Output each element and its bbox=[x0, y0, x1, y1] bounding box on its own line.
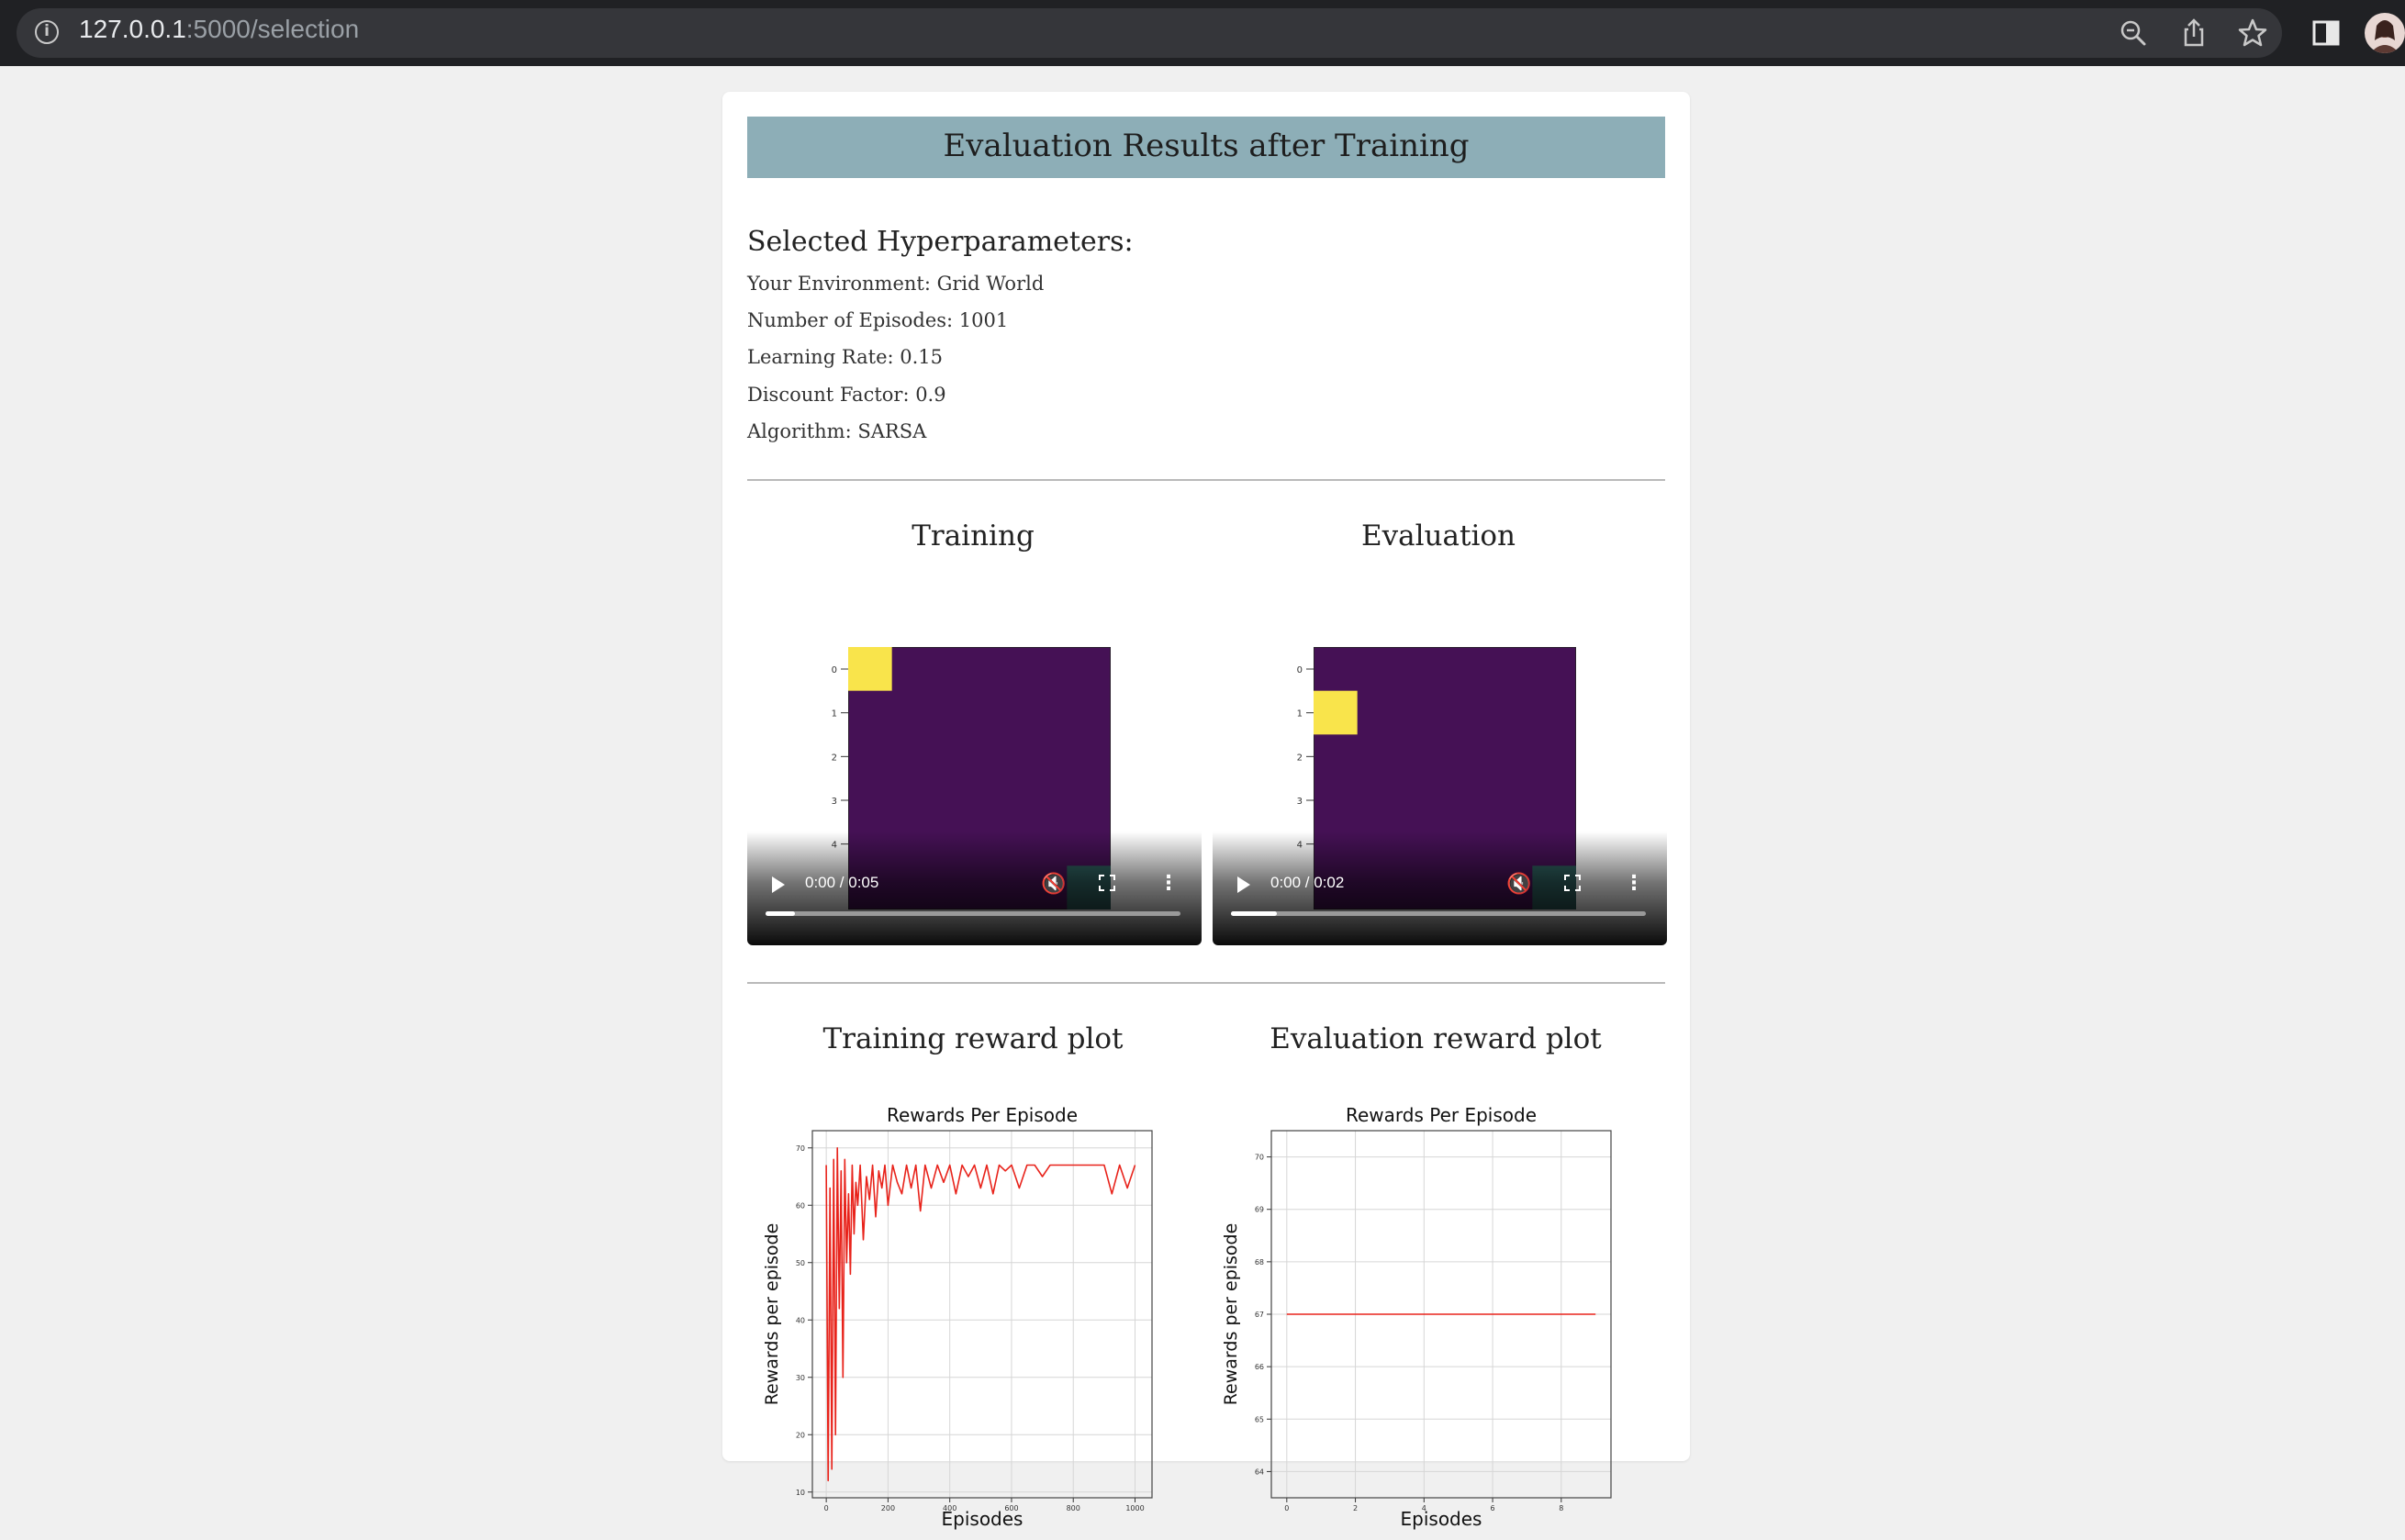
more-options-icon[interactable]: ⋮ bbox=[1624, 872, 1644, 895]
y-tick-label: 66 bbox=[1255, 1363, 1264, 1371]
zoom-icon[interactable] bbox=[2117, 17, 2150, 50]
param-environment: Your Environment: Grid World bbox=[747, 273, 1045, 295]
y-tick-label: 70 bbox=[1255, 1154, 1264, 1162]
video-time: 0:00 / 0:02 bbox=[1270, 874, 1345, 891]
y-tick-label: 69 bbox=[1255, 1206, 1264, 1214]
video-progress-bar[interactable] bbox=[766, 911, 1180, 916]
title-banner: Evaluation Results after Training bbox=[747, 117, 1665, 178]
training-plot-heading: Training reward plot bbox=[822, 1022, 1124, 1055]
x-tick-label: 800 bbox=[1067, 1504, 1080, 1512]
plot-title: Rewards Per Episode bbox=[887, 1104, 1078, 1126]
series-line bbox=[825, 1146, 1136, 1482]
x-axis-label: Episodes bbox=[942, 1508, 1024, 1530]
results-card: Evaluation Results after Training Select… bbox=[722, 92, 1690, 1530]
row-tick-label: 1 bbox=[1297, 709, 1303, 720]
training-reward-plot: Rewards Per Episode 0 200 400 600 800 1000 10 20… bbox=[759, 1099, 1181, 1540]
plot-title: Rewards Per Episode bbox=[1346, 1104, 1537, 1126]
param-algorithm: Algorithm: SARSA bbox=[747, 420, 927, 442]
y-tick-label: 50 bbox=[796, 1259, 805, 1267]
x-axis-label: Episodes bbox=[1401, 1508, 1482, 1530]
x-tick-label: 1000 bbox=[1125, 1504, 1144, 1512]
row-tick-label: 3 bbox=[1297, 797, 1303, 807]
video-progress-bar[interactable] bbox=[1231, 911, 1646, 916]
video-progress-fill bbox=[766, 911, 795, 916]
y-tick-label: 40 bbox=[796, 1316, 805, 1324]
site-info-icon[interactable]: i bbox=[35, 20, 59, 44]
x-tick-label: 6 bbox=[1491, 1504, 1495, 1512]
hyperparameters-heading: Selected Hyperparameters: bbox=[747, 226, 1134, 258]
evaluation-video-heading: Evaluation bbox=[1361, 519, 1516, 552]
video-progress-fill bbox=[1231, 911, 1277, 916]
x-tick-label: 200 bbox=[881, 1504, 895, 1512]
row-tick-label: 2 bbox=[832, 753, 837, 763]
y-tick-label: 68 bbox=[1255, 1258, 1264, 1267]
row-tick-label: 0 bbox=[832, 665, 837, 675]
y-tick-label: 65 bbox=[1255, 1415, 1264, 1423]
x-tick-label: 8 bbox=[1559, 1504, 1563, 1512]
fullscreen-icon[interactable] bbox=[1099, 875, 1115, 891]
y-tick-label: 64 bbox=[1255, 1467, 1264, 1476]
divider bbox=[747, 479, 1665, 481]
param-learning-rate: Learning Rate: 0.15 bbox=[747, 346, 944, 368]
param-episodes: Number of Episodes: 1001 bbox=[747, 309, 1009, 331]
evaluation-reward-plot: Rewards Per Episode 0 2 4 6 8 64 65 66 67 68 69 70 Ep… bbox=[1218, 1099, 1640, 1540]
agent-cell bbox=[848, 647, 892, 691]
row-tick-label: 0 bbox=[1297, 665, 1303, 675]
row-tick-label: 1 bbox=[832, 709, 837, 720]
play-icon[interactable] bbox=[1237, 876, 1250, 893]
play-icon[interactable] bbox=[772, 876, 785, 893]
y-tick-label: 60 bbox=[796, 1201, 805, 1210]
plot-frame bbox=[811, 1130, 1153, 1499]
evaluation-video-player[interactable]: 01234 0:00 / 0:02 🔇 ⋮ bbox=[1213, 647, 1667, 945]
volume-icon[interactable]: 🔇 bbox=[1506, 873, 1531, 896]
y-tick-label: 10 bbox=[796, 1489, 805, 1497]
x-tick-label: 2 bbox=[1353, 1504, 1358, 1512]
agent-cell bbox=[1314, 690, 1358, 735]
side-panel-icon[interactable] bbox=[2310, 17, 2343, 50]
divider bbox=[747, 982, 1665, 984]
bookmark-star-icon[interactable] bbox=[2236, 17, 2269, 50]
video-time: 0:00 / 0:05 bbox=[805, 874, 879, 891]
browser-toolbar: i 127.0.0.1:5000/selection bbox=[0, 0, 2405, 66]
share-icon[interactable] bbox=[2177, 17, 2210, 50]
url-text[interactable]: 127.0.0.1:5000/selection bbox=[79, 15, 359, 44]
x-tick-label: 0 bbox=[1284, 1504, 1289, 1512]
y-tick-label: 70 bbox=[796, 1144, 805, 1153]
training-video-heading: Training bbox=[912, 519, 1035, 552]
row-tick-label: 2 bbox=[1297, 753, 1303, 763]
row-tick-label: 3 bbox=[832, 797, 837, 807]
more-options-icon[interactable]: ⋮ bbox=[1158, 872, 1179, 895]
y-axis-label: Rewards per episode bbox=[762, 1223, 782, 1406]
param-discount-factor: Discount Factor: 0.9 bbox=[747, 384, 946, 406]
y-tick-label: 67 bbox=[1255, 1311, 1264, 1319]
fullscreen-icon[interactable] bbox=[1564, 875, 1581, 891]
profile-avatar[interactable] bbox=[2365, 13, 2405, 53]
y-tick-label: 20 bbox=[796, 1431, 805, 1439]
x-tick-label: 0 bbox=[824, 1504, 829, 1512]
volume-icon[interactable]: 🔇 bbox=[1041, 873, 1066, 896]
evaluation-plot-heading: Evaluation reward plot bbox=[1270, 1022, 1602, 1055]
y-tick-label: 30 bbox=[796, 1374, 805, 1382]
y-axis-label: Rewards per episode bbox=[1221, 1223, 1241, 1406]
training-video-player[interactable]: 01234 0:00 / 0:05 🔇 ⋮ bbox=[747, 647, 1202, 945]
page-title: Evaluation Results after Training bbox=[943, 128, 1470, 164]
